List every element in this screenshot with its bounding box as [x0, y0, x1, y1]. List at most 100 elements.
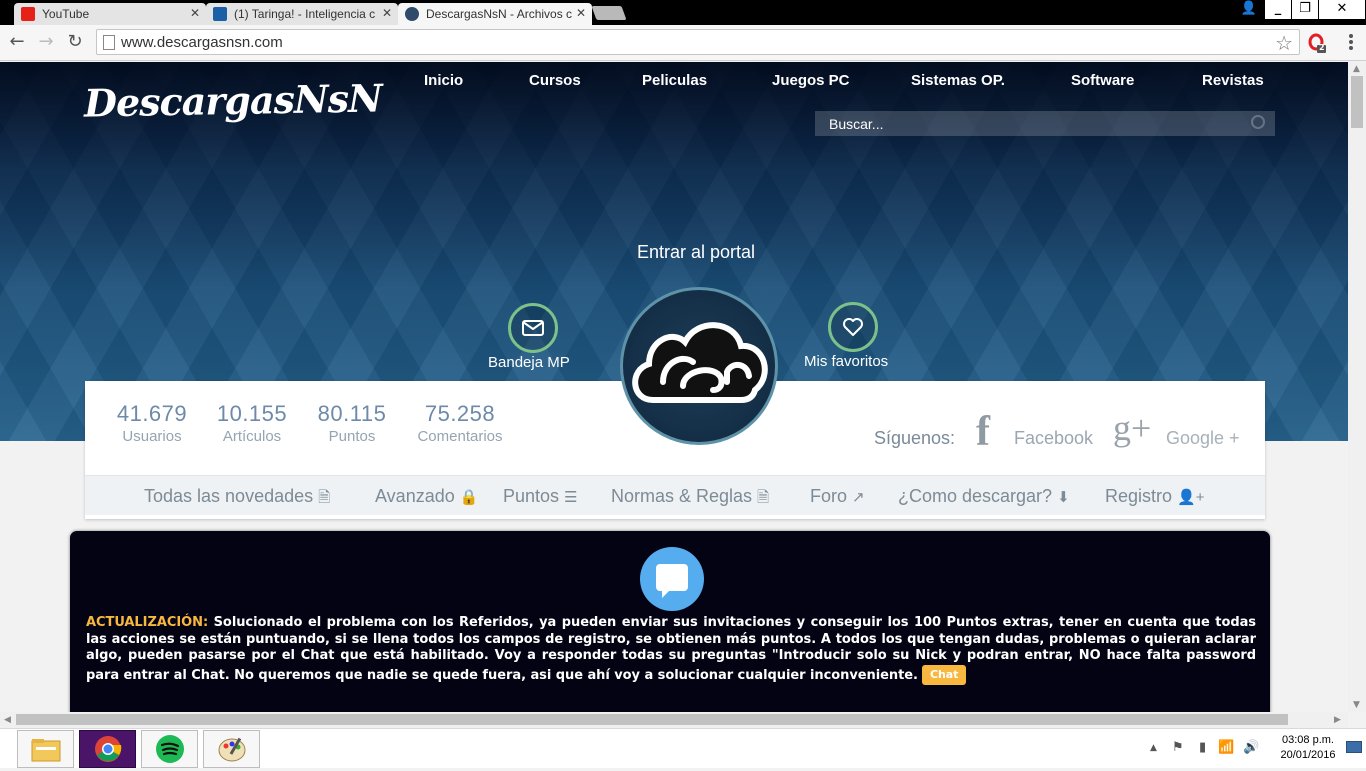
subnav-novedades[interactable]: Todas las novedades 🗎: [144, 486, 330, 512]
reload-button[interactable]: ↻: [64, 31, 86, 53]
tab-descargasnsn[interactable]: DescargasNsN - Archivos c ✕: [398, 3, 592, 25]
heart-icon: [843, 318, 863, 336]
scroll-up-arrow-icon[interactable]: ▲: [1353, 64, 1360, 74]
nsn-cloud-logo-icon: [632, 322, 768, 403]
nav-inicio[interactable]: Inicio: [424, 72, 463, 89]
subnav-label: Puntos: [503, 486, 560, 506]
search-input[interactable]: Buscar...: [815, 111, 1275, 136]
subnav-como-descargar[interactable]: ¿Como descargar? ⬇: [898, 486, 1070, 507]
chrome-icon[interactable]: [79, 730, 136, 768]
subnav-label: Todas las novedades: [144, 486, 314, 506]
clock-time: 03:08 p.m.: [1282, 734, 1334, 746]
nav-revistas[interactable]: Revistas: [1202, 72, 1264, 89]
windows-taskbar: ▲ ⚑ ▮ 📶 🔊 03:08 p.m. 20/01/2016: [0, 728, 1366, 768]
tab-youtube[interactable]: YouTube ✕: [14, 3, 206, 25]
search-icon[interactable]: [1251, 115, 1265, 129]
descargasnsn-favicon-icon: [405, 7, 419, 21]
page-viewport: DescargasNsN Inicio Cursos Peliculas Jue…: [0, 62, 1348, 712]
follow-label: Síguenos:: [874, 428, 956, 448]
browser-tab-strip: YouTube ✕ (1) Taringa! - Inteligencia c …: [0, 0, 1366, 25]
tab-close-icon[interactable]: ✕: [576, 6, 586, 20]
subnav-puntos[interactable]: Puntos ☰: [503, 486, 578, 507]
portal-title: Entrar al portal: [636, 242, 756, 262]
subnav-foro[interactable]: Foro ↗: [810, 486, 865, 507]
back-button[interactable]: ←: [6, 31, 28, 53]
minimize-button[interactable]: _: [1265, 0, 1291, 19]
stat-articulos: 10.155 Artículos: [207, 401, 297, 445]
stat-label: Comentarios: [417, 428, 503, 445]
favorites-button[interactable]: [828, 302, 878, 352]
action-center-icon[interactable]: ⚑: [1172, 740, 1184, 755]
scroll-left-arrow-icon[interactable]: ◀: [4, 715, 11, 725]
google-plus-link[interactable]: Google +: [1166, 428, 1240, 449]
stat-label: Usuarios: [122, 428, 182, 445]
scroll-down-arrow-icon[interactable]: ▼: [1353, 700, 1360, 710]
external-link-icon: ↗: [852, 489, 865, 506]
show-desktop-button[interactable]: [1346, 741, 1362, 753]
main-nav: Inicio Cursos Peliculas Juegos PC Sistem…: [400, 72, 1280, 94]
extension-badge: 2: [1319, 43, 1325, 52]
secondary-nav: Todas las novedades 🗎 Avanzado 🔒 Puntos ☰ N…: [85, 475, 1265, 515]
battery-icon[interactable]: ▮: [1199, 740, 1206, 755]
taringa-favicon-icon: [213, 7, 227, 21]
lock-icon: 🔒: [459, 489, 479, 506]
network-icon[interactable]: 📶: [1218, 740, 1234, 755]
bookmark-star-icon[interactable]: ☆: [1275, 31, 1293, 55]
nav-juegos-pc[interactable]: Juegos PC: [772, 72, 850, 89]
envelope-icon: [522, 320, 544, 336]
spotify-icon[interactable]: [141, 730, 198, 768]
chrome-menu-icon[interactable]: [1344, 33, 1358, 51]
chat-button[interactable]: Chat: [921, 664, 967, 685]
nav-peliculas[interactable]: Peliculas: [642, 72, 707, 89]
opera-extension-icon[interactable]: 2: [1308, 33, 1326, 53]
stat-label: Puntos: [328, 428, 376, 445]
inbox-button[interactable]: [508, 303, 558, 353]
horizontal-scroll-thumb[interactable]: [16, 714, 1288, 725]
nav-software[interactable]: Software: [1071, 72, 1134, 89]
tab-close-icon[interactable]: ✕: [190, 6, 200, 20]
subnav-normas[interactable]: Normas & Reglas 🗎: [611, 486, 769, 512]
download-icon: ⬇: [1057, 489, 1070, 506]
document-icon: 🗎: [318, 489, 331, 506]
vertical-scrollbar[interactable]: ▲ ▼: [1348, 62, 1366, 712]
stat-value: 41.679: [116, 401, 188, 426]
portal-avatar-button[interactable]: [620, 287, 778, 445]
vertical-scroll-thumb[interactable]: [1351, 76, 1363, 128]
scroll-right-arrow-icon[interactable]: ▶: [1334, 715, 1341, 725]
google-plus-icon[interactable]: g+: [1113, 407, 1151, 449]
tray-expand-icon[interactable]: ▲: [1150, 743, 1157, 753]
twitter-icon[interactable]: [640, 547, 704, 611]
youtube-favicon-icon: [21, 7, 35, 21]
stat-value: 75.258: [424, 401, 496, 426]
stat-value: 10.155: [216, 401, 288, 426]
tab-close-icon[interactable]: ✕: [382, 6, 392, 20]
tab-taringa[interactable]: (1) Taringa! - Inteligencia c ✕: [206, 3, 398, 25]
url-text[interactable]: www.descargasnsn.com: [121, 34, 283, 51]
stat-label: Artículos: [222, 428, 282, 445]
facebook-link[interactable]: Facebook: [1014, 428, 1093, 449]
address-bar[interactable]: www.descargasnsn.com ☆: [96, 29, 1300, 55]
close-window-button[interactable]: ✕: [1319, 0, 1365, 19]
user-plus-icon: 👤+: [1177, 489, 1205, 506]
favorites-label[interactable]: Mis favoritos: [804, 353, 888, 370]
user-profile-icon[interactable]: 👤: [1236, 0, 1262, 19]
subnav-registro[interactable]: Registro 👤+: [1105, 486, 1204, 507]
stat-puntos: 80.115 Puntos: [307, 401, 397, 445]
file-explorer-icon[interactable]: [17, 730, 74, 768]
subnav-label: Registro: [1105, 486, 1173, 506]
system-clock[interactable]: 03:08 p.m. 20/01/2016: [1274, 733, 1342, 763]
horizontal-scrollbar[interactable]: ◀ ▶: [0, 712, 1348, 728]
volume-icon[interactable]: 🔊: [1243, 740, 1259, 755]
nav-cursos[interactable]: Cursos: [529, 72, 581, 89]
new-tab-button[interactable]: [591, 6, 627, 20]
inbox-label[interactable]: Bandeja MP: [488, 354, 570, 371]
paint-icon[interactable]: [203, 730, 260, 768]
tab-label: YouTube: [42, 7, 90, 21]
site-logo[interactable]: DescargasNsN: [84, 75, 383, 125]
facebook-icon[interactable]: f: [976, 408, 990, 456]
subnav-label: Foro: [810, 486, 848, 506]
restore-button[interactable]: ❐: [1292, 0, 1318, 19]
forward-button[interactable]: →: [35, 31, 57, 53]
nav-sistemas-op[interactable]: Sistemas OP.: [911, 72, 1005, 89]
subnav-avanzado[interactable]: Avanzado 🔒: [375, 486, 478, 507]
